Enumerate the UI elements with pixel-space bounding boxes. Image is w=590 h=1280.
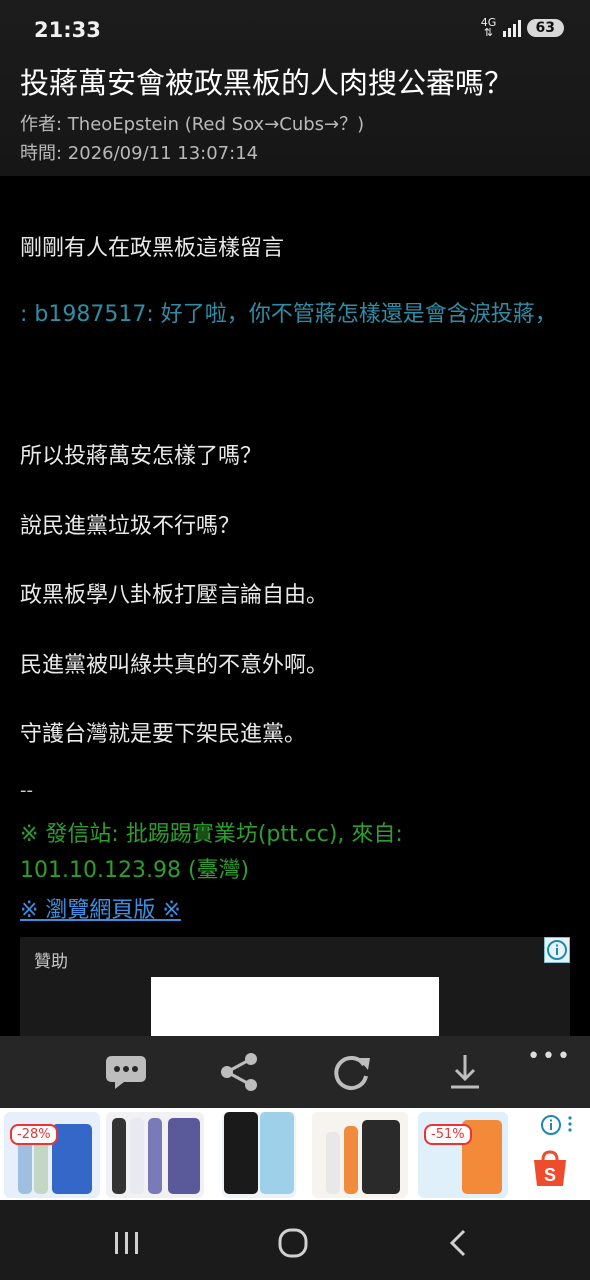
- post-author: 作者: TheoEpstein (Red Sox→Cubs→？): [20, 114, 365, 135]
- sponsor-block: 贊助: [20, 937, 570, 1037]
- ad-item[interactable]: [106, 1112, 204, 1198]
- home-icon[interactable]: [278, 1228, 308, 1262]
- battery-icon: 63: [526, 19, 564, 37]
- back-icon[interactable]: [447, 1228, 469, 1262]
- post-line: 所以投蔣萬安怎樣了嗎？: [20, 444, 263, 469]
- post-line: 政黑板學八卦板打壓言論自由。: [20, 583, 329, 608]
- page-title: 投蔣萬安會被政黑板的人肉搜公審嗎？: [20, 66, 514, 100]
- bottom-toolbar: •••: [0, 1036, 590, 1108]
- info-icon[interactable]: [540, 1114, 562, 1140]
- sponsor-image[interactable]: [151, 977, 439, 1037]
- post-line: 剛剛有人在政黑板這樣留言: [20, 236, 285, 261]
- download-icon[interactable]: [443, 1052, 487, 1092]
- browse-web-link[interactable]: ※ 瀏覽網頁版 ※: [20, 892, 181, 924]
- recent-apps-icon[interactable]: [113, 1230, 141, 1260]
- ad-banner[interactable]: -28% -51% S: [0, 1108, 590, 1200]
- discount-badge: -28%: [10, 1124, 58, 1145]
- discount-badge: -51%: [424, 1124, 472, 1145]
- status-indicators: 4G ⇅ 63: [480, 16, 564, 39]
- svg-text:S: S: [544, 1165, 556, 1185]
- post-line: 民進黨被叫綠共真的不意外啊。: [20, 653, 329, 678]
- refresh-icon[interactable]: [330, 1052, 374, 1092]
- ad-item[interactable]: [222, 1112, 296, 1198]
- post-signature: ※ 發信站: 批踢踢實業坊(ptt.cc), 來自: 101.10.123.98…: [20, 822, 403, 883]
- signal-icon: [502, 19, 521, 37]
- info-icon[interactable]: [544, 937, 570, 963]
- network-label: 4G: [480, 16, 497, 29]
- header: 21:33 4G ⇅ 63 投蔣萬安會被政黑板的人肉搜公審嗎？ 作者: TheoE…: [0, 0, 590, 176]
- comment-icon[interactable]: [104, 1052, 148, 1092]
- system-nav-bar: [0, 1200, 590, 1280]
- more-options-button[interactable]: •••: [527, 1044, 572, 1069]
- quoted-comment: : b1987517: 好了啦，你不管蔣怎樣還是會含淚投蔣，: [20, 302, 557, 327]
- ad-item[interactable]: -51%: [418, 1112, 508, 1198]
- status-time: 21:33: [34, 18, 101, 42]
- post-line: 說民進黨垃圾不行嗎？: [20, 514, 241, 539]
- post-time: 時間: 2026/09/11 13:07:14: [20, 143, 259, 164]
- share-icon[interactable]: [217, 1052, 261, 1092]
- post-line: 守護台灣就是要下架民進黨。: [20, 722, 307, 747]
- ad-item[interactable]: -28%: [4, 1112, 100, 1198]
- ad-item[interactable]: [312, 1112, 408, 1198]
- close-icon[interactable]: [568, 1116, 572, 1132]
- network-icon: 4G ⇅: [480, 16, 497, 39]
- sponsor-label: 贊助: [34, 952, 68, 972]
- signature-divider: --: [20, 780, 33, 801]
- shopee-icon[interactable]: S: [532, 1150, 568, 1192]
